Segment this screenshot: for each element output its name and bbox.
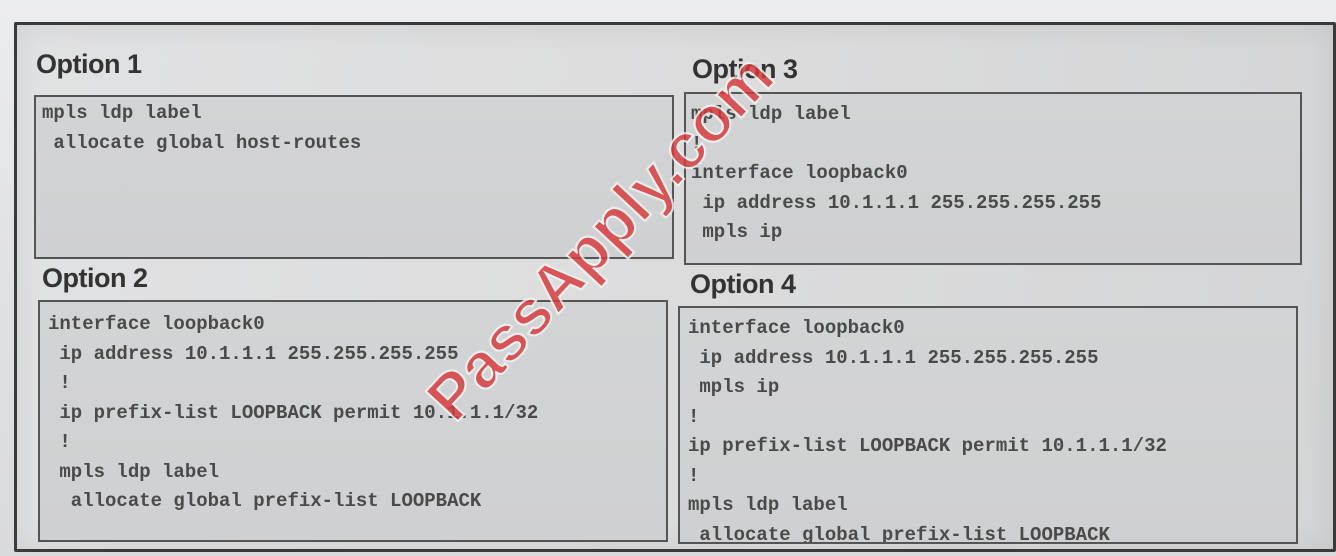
- option-4-code: interface loopback0 ip address 10.1.1.1 …: [688, 314, 1167, 544]
- code-line: mpls ldp label: [42, 102, 202, 124]
- code-line: interface loopback0: [688, 317, 905, 339]
- code-line: mpls ldp label: [688, 494, 848, 516]
- code-line: allocate global prefix-list LOOPBACK: [688, 523, 1110, 544]
- option-1-code: mpls ldp label allocate global host-rout…: [42, 99, 361, 158]
- code-line: mpls ip: [691, 221, 783, 243]
- code-line: !: [48, 431, 71, 453]
- code-line: interface loopback0: [48, 313, 265, 335]
- code-line: ip prefix-list LOOPBACK permit 10.1.1.1/…: [688, 435, 1167, 457]
- code-line: !: [688, 405, 700, 428]
- code-line: ip address 10.1.1.1 255.255.255.255: [688, 346, 1099, 369]
- option-3-heading: Option 3: [692, 54, 798, 84]
- option-2-heading: Option 2: [42, 263, 148, 293]
- code-line: interface loopback0: [691, 162, 908, 184]
- option-1-box: mpls ldp label allocate global host-rout…: [34, 95, 674, 259]
- option-3-code: mpls ldp label! interface loopback0 ip ad…: [691, 100, 1101, 248]
- option-4-heading: Option 4: [690, 269, 796, 299]
- code-line: ip prefix-list LOOPBACK permit 10.1.1.1/…: [48, 401, 539, 424]
- code-line: mpls ip: [688, 376, 780, 398]
- option-1-heading: Option 1: [36, 49, 142, 79]
- option-4-box: interface loopback0 ip address 10.1.1.1 …: [678, 306, 1298, 544]
- option-2-code: interface loopback0 ip address 10.1.1.1 …: [48, 310, 538, 517]
- code-line: !: [688, 464, 700, 487]
- code-line: allocate global prefix-list LOOPBACK: [48, 490, 482, 512]
- code-line: ip address 10.1.1.1 255.255.255.255: [691, 191, 1102, 214]
- code-line: !: [691, 132, 703, 155]
- code-line: mpls ldp label: [48, 460, 220, 483]
- photo-background: Option 1 mpls ldp label allocate global …: [0, 0, 1336, 556]
- code-line: ip address 10.1.1.1 255.255.255.255: [48, 342, 459, 365]
- code-line: allocate global host-routes: [42, 131, 362, 154]
- code-line: mpls ldp label: [691, 103, 851, 125]
- code-line: !: [48, 372, 71, 394]
- option-2-box: interface loopback0 ip address 10.1.1.1 …: [38, 300, 668, 542]
- option-3-box: mpls ldp label! interface loopback0 ip ad…: [684, 92, 1302, 265]
